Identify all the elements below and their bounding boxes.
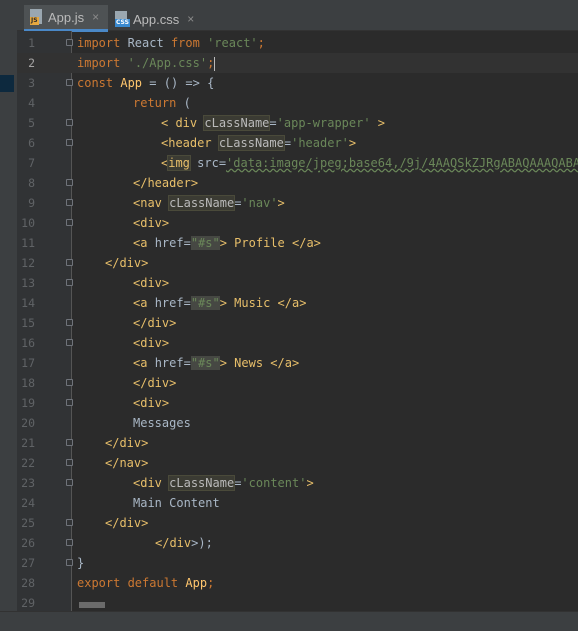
fold-icon[interactable]	[66, 479, 73, 486]
line-number: 2	[28, 56, 35, 70]
editor-tab-bar: JS App.js × CSS App.css ×	[17, 0, 578, 32]
tab-app-js[interactable]: JS App.js ×	[24, 5, 108, 32]
css-file-icon: CSS	[115, 11, 130, 27]
fold-icon[interactable]	[66, 199, 73, 206]
line-number: 11	[21, 236, 35, 250]
fold-icon[interactable]	[66, 399, 73, 406]
line-number: 19	[21, 396, 35, 410]
line-number: 29	[21, 596, 35, 610]
code-line[interactable]: 14 <a href="#s"> Music </a>	[17, 293, 578, 313]
line-number: 22	[21, 456, 35, 470]
project-panel-marker[interactable]	[0, 75, 14, 92]
fold-icon[interactable]	[66, 119, 73, 126]
code-line[interactable]: 16 <div>	[17, 333, 578, 353]
line-number: 21	[21, 436, 35, 450]
code-line[interactable]: 8 </header>	[17, 173, 578, 193]
fold-icon[interactable]	[66, 139, 73, 146]
line-number: 9	[28, 196, 35, 210]
tab-label: App.css	[133, 11, 180, 27]
line-number: 3	[28, 76, 35, 90]
fold-icon[interactable]	[66, 379, 73, 386]
line-number: 27	[21, 556, 35, 570]
fold-icon[interactable]	[66, 279, 73, 286]
code-line[interactable]: 24 Main Content	[17, 493, 578, 513]
code-line[interactable]: 20 Messages	[17, 413, 578, 433]
line-number: 6	[28, 136, 35, 150]
code-line[interactable]: 4 return (	[17, 93, 578, 113]
status-bar	[0, 611, 578, 631]
fold-icon[interactable]	[66, 79, 73, 86]
code-line[interactable]: 11 <a href="#s"> Profile </a>	[17, 233, 578, 253]
text-caret	[214, 56, 216, 71]
fold-icon[interactable]	[66, 519, 73, 526]
tab-label: App.js	[48, 9, 85, 25]
line-number: 25	[21, 516, 35, 530]
line-number: 28	[21, 576, 35, 590]
code-line[interactable]: 6 <header cLassName='header'>	[17, 133, 578, 153]
line-number: 4	[28, 96, 35, 110]
fold-icon[interactable]	[66, 179, 73, 186]
left-tool-strip	[0, 0, 18, 630]
code-line-current[interactable]: 2 import './App.css';	[17, 53, 578, 73]
fold-icon[interactable]	[66, 539, 73, 546]
fold-icon[interactable]	[66, 439, 73, 446]
code-line[interactable]: 23 <div cLassName='content'>	[17, 473, 578, 493]
code-line[interactable]: 15 </div>	[17, 313, 578, 333]
js-file-icon: JS	[30, 9, 43, 25]
code-line[interactable]: 10 <div>	[17, 213, 578, 233]
line-number: 17	[21, 356, 35, 370]
line-number: 18	[21, 376, 35, 390]
line-number: 14	[21, 296, 35, 310]
code-line[interactable]: 13 <div>	[17, 273, 578, 293]
code-line[interactable]: 9 <nav cLassName='nav'>	[17, 193, 578, 213]
code-line[interactable]: 21 </div>	[17, 433, 578, 453]
fold-icon[interactable]	[66, 319, 73, 326]
fold-icon[interactable]	[66, 339, 73, 346]
code-line[interactable]: 7 <img src='data:image/jpeg;base64,/9j/4…	[17, 153, 578, 173]
line-number: 15	[21, 316, 35, 330]
code-line[interactable]: 1 import React from 'react';	[17, 33, 578, 53]
code-line[interactable]: 22 </nav>	[17, 453, 578, 473]
fold-icon[interactable]	[66, 459, 73, 466]
code-line[interactable]: 28 export default App;	[17, 573, 578, 593]
close-icon[interactable]: ×	[187, 12, 194, 26]
tab-app-css[interactable]: CSS App.css ×	[109, 6, 200, 32]
line-number: 8	[28, 176, 35, 190]
code-editor[interactable]: 1 import React from 'react'; 2 import '.…	[17, 31, 578, 611]
line-number: 13	[21, 276, 35, 290]
code-line[interactable]: 19 <div>	[17, 393, 578, 413]
line-number: 16	[21, 336, 35, 350]
line-number: 23	[21, 476, 35, 490]
code-line[interactable]: 17 <a href="#s"> News </a>	[17, 353, 578, 373]
close-icon[interactable]: ×	[92, 10, 99, 24]
line-number: 1	[28, 36, 35, 50]
fold-icon[interactable]	[66, 39, 73, 46]
fold-icon[interactable]	[66, 259, 73, 266]
line-number: 5	[28, 116, 35, 130]
fold-icon[interactable]	[66, 219, 73, 226]
line-number: 20	[21, 416, 35, 430]
horizontal-scrollbar[interactable]	[79, 602, 105, 608]
code-line[interactable]: 3 const App = () => {	[17, 73, 578, 93]
code-line[interactable]: 5 < div cLassName='app-wrapper' >	[17, 113, 578, 133]
code-line[interactable]: 25 </div>	[17, 513, 578, 533]
line-number: 10	[21, 216, 35, 230]
code-line[interactable]: 27 }	[17, 553, 578, 573]
code-line[interactable]: 12 </div>	[17, 253, 578, 273]
code-line[interactable]: 18 </div>	[17, 373, 578, 393]
line-number: 7	[28, 156, 35, 170]
line-number: 24	[21, 496, 35, 510]
code-line[interactable]: 26 </div>);	[17, 533, 578, 553]
line-number: 26	[21, 536, 35, 550]
line-number: 12	[21, 256, 35, 270]
fold-icon[interactable]	[66, 559, 73, 566]
